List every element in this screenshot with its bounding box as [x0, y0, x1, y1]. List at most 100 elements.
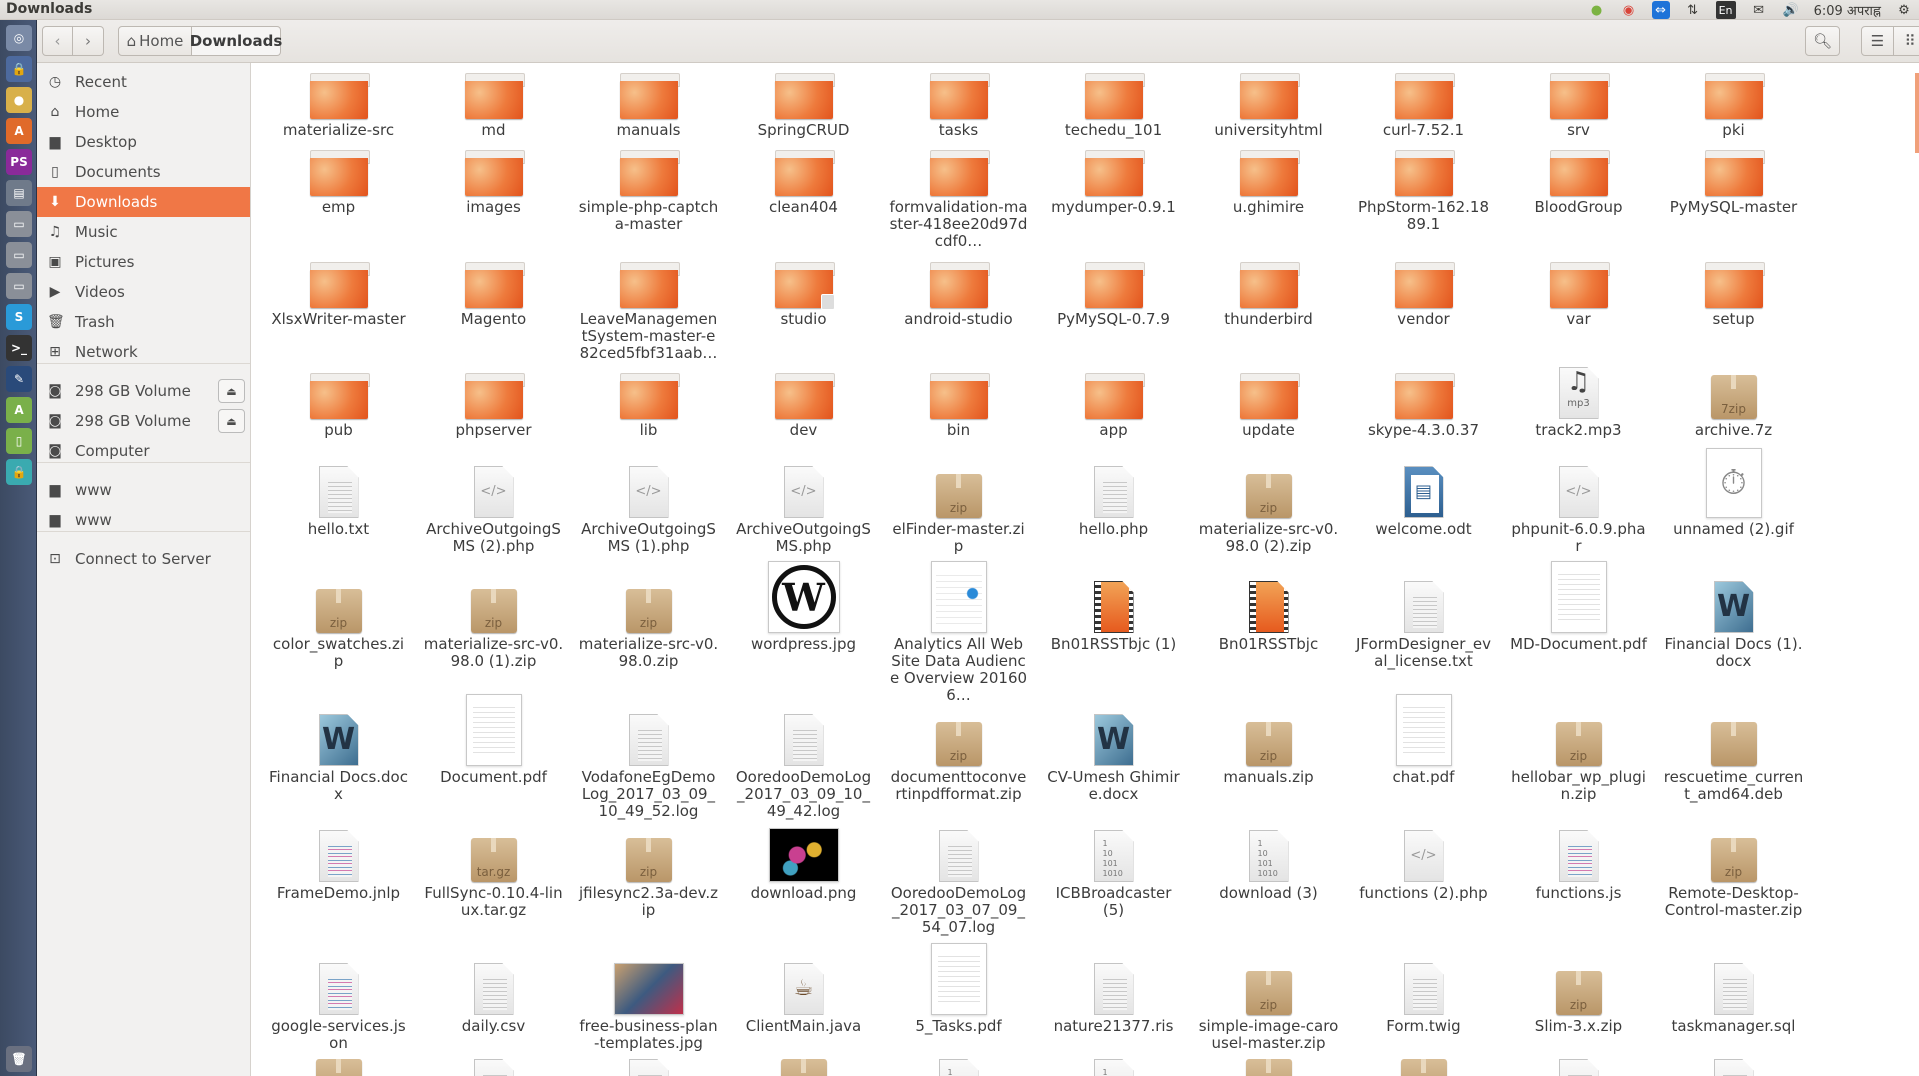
sidebar-item-desktop[interactable]: ▆ Desktop [37, 127, 250, 157]
file-item[interactable] [1191, 1053, 1346, 1076]
sidebar-item-connect-to-server[interactable]: ⊡ Connect to Server [37, 544, 250, 574]
file-item[interactable]: bin [881, 341, 1036, 439]
file-item[interactable]: u.ghimire [1191, 118, 1346, 216]
sidebar-item-recent[interactable]: ◷ Recent [37, 67, 250, 97]
clock[interactable]: 6:09 अपराह्न [1814, 1, 1881, 19]
file-item[interactable] [1501, 1053, 1656, 1076]
list-view-button[interactable]: ☰ [1861, 26, 1894, 56]
file-item[interactable]: W Financial Docs (1).docx [1656, 555, 1811, 670]
update-icon[interactable]: ● [1588, 1, 1606, 19]
file-item[interactable]: ☕ ClientMain.java [726, 937, 881, 1035]
file-item[interactable]: Wwordpress.jpg [726, 555, 881, 653]
file-item[interactable]: zip materialize-src-v0.98.0 (2).zip [1191, 440, 1346, 555]
file-item[interactable]: lib [571, 341, 726, 439]
file-item[interactable]: dev [726, 341, 881, 439]
file-item[interactable]: zip documenttoconvertinpdfformat.zip [881, 688, 1036, 803]
file-item[interactable]: taskmanager.sql [1656, 937, 1811, 1035]
file-item[interactable]: mydumper-0.9.1 [1036, 118, 1191, 216]
file-item[interactable]: </> ArchiveOutgoingSMS.php [726, 440, 881, 555]
file-item[interactable]: phpserver [416, 341, 571, 439]
volume-icon[interactable]: 🔊 [1782, 1, 1800, 19]
file-item[interactable]: functions.js [1501, 804, 1656, 902]
file-item[interactable]: PhpStorm-162.1889.1 [1346, 118, 1501, 233]
file-item[interactable]: Form.twig [1346, 937, 1501, 1035]
file-item[interactable]: Bn01RSSTbjc [1191, 555, 1346, 653]
file-item[interactable]: clean404 [726, 118, 881, 216]
file-item[interactable] [1346, 1053, 1501, 1076]
launcher-android-device-icon[interactable]: ▯ [6, 428, 32, 454]
launcher-inkscape-icon[interactable]: ✎ [6, 366, 32, 392]
file-item[interactable]: XlsxWriter-master [261, 230, 416, 328]
chrome-icon[interactable]: ◉ [1620, 1, 1638, 19]
breadcrumb-downloads[interactable]: Downloads [190, 26, 282, 56]
file-item[interactable]: download.png [726, 804, 881, 902]
file-item[interactable]: 1 10 [1036, 1053, 1191, 1076]
keyboard-language[interactable]: En [1715, 1, 1736, 19]
sidebar-item-www[interactable]: ▆ www [37, 475, 250, 505]
sidebar-item-298-gb-volume[interactable]: ◙ 298 GB Volume ⏏ [37, 406, 250, 436]
back-button[interactable]: ‹ [42, 26, 73, 56]
sidebar-item-home[interactable]: ⌂ Home [37, 97, 250, 127]
file-item[interactable]: daily.csv [416, 937, 571, 1035]
launcher-phpstorm-icon[interactable]: PS [6, 149, 32, 175]
file-item[interactable]: zip hellobar_wp_plugin.zip [1501, 688, 1656, 803]
file-item[interactable]: android-studio [881, 230, 1036, 328]
file-item[interactable]: W CV-Umesh Ghimire.docx [1036, 688, 1191, 803]
file-item[interactable]: </> functions (2).php [1346, 804, 1501, 902]
file-item[interactable]: Analytics All Web Site Data Audience Ove… [881, 555, 1036, 704]
grid-view-button[interactable]: ⠿ [1894, 26, 1919, 56]
file-item[interactable]: var [1501, 230, 1656, 328]
sidebar-item-videos[interactable]: ▶ Videos [37, 277, 250, 307]
file-item[interactable]: PyMySQL-master [1656, 118, 1811, 216]
file-item[interactable]: PyMySQL-0.7.9 [1036, 230, 1191, 328]
sidebar-item-298-gb-volume[interactable]: ◙ 298 GB Volume ⏏ [37, 376, 250, 406]
file-item[interactable]: nature21377.ris [1036, 937, 1191, 1035]
file-item[interactable]: Magento [416, 230, 571, 328]
launcher-files-icon[interactable]: ▤ [6, 180, 32, 206]
launcher-terminal-icon[interactable]: >_ [6, 335, 32, 361]
file-item[interactable]: zip materialize-src-v0.98.0 (1).zip [416, 555, 571, 670]
sidebar-item-downloads[interactable]: ⬇ Downloads [37, 187, 250, 217]
sidebar-item-trash[interactable]: 🗑 Trash [37, 307, 250, 337]
launcher-drive-1-icon[interactable]: ▭ [6, 211, 32, 237]
file-item[interactable]: 1 10 [881, 1053, 1036, 1076]
file-item[interactable]: hello.txt [261, 440, 416, 538]
sidebar-item-music[interactable]: ♫ Music [37, 217, 250, 247]
file-item[interactable]: hello.php [1036, 440, 1191, 538]
file-item[interactable]: W Financial Docs.docx [261, 688, 416, 803]
file-item[interactable]: free-business-plan-templates.jpg [571, 937, 726, 1052]
launcher-remote-icon[interactable]: 🔒 [6, 459, 32, 485]
file-item[interactable]: skype-4.3.0.37 [1346, 341, 1501, 439]
breadcrumb-home[interactable]: ⌂ Home [118, 26, 192, 56]
file-item[interactable]: BloodGroup [1501, 118, 1656, 216]
launcher-software-center-icon[interactable]: A [6, 118, 32, 144]
file-item[interactable]: zip simple-image-carousel-master.zip [1191, 937, 1346, 1052]
file-item[interactable]: zip jfilesync2.3a-dev.zip [571, 804, 726, 919]
file-item[interactable] [726, 1053, 881, 1076]
file-item[interactable]: images [416, 118, 571, 216]
launcher-skype-icon[interactable]: S [6, 304, 32, 330]
launcher-trash-icon[interactable]: 🗑 [6, 1046, 32, 1072]
eject-button[interactable]: ⏏ [218, 409, 245, 433]
file-item[interactable]: setup [1656, 230, 1811, 328]
launcher-drive-3-icon[interactable]: ▭ [6, 273, 32, 299]
launcher-vpn-icon[interactable]: 🔒 [6, 56, 32, 82]
file-item[interactable]: VodafoneEgDemoLog_2017_03_09_10_49_52.lo… [571, 688, 726, 820]
mail-icon[interactable]: ✉ [1750, 1, 1768, 19]
file-item[interactable]: OoredooDemoLog_2017_03_07_09_54_07.log [881, 804, 1036, 936]
scrollbar[interactable] [1915, 73, 1919, 153]
file-item[interactable] [261, 1053, 416, 1076]
sidebar-item-pictures[interactable]: ▣ Pictures [37, 247, 250, 277]
file-item[interactable] [416, 1053, 571, 1076]
file-item[interactable]: google-services.json [261, 937, 416, 1052]
file-item[interactable]: MD-Document.pdf [1501, 555, 1656, 653]
teamviewer-icon[interactable]: ⇔ [1651, 1, 1670, 19]
file-item[interactable]: app [1036, 341, 1191, 439]
file-item[interactable]: tar.gz FullSync-0.10.4-linux.tar.gz [416, 804, 571, 919]
forward-button[interactable]: › [73, 26, 104, 56]
file-item[interactable]: ⏱ unnamed (2).gif [1656, 440, 1811, 538]
file-item[interactable]: ♫ mp3 track2.mp3 [1501, 341, 1656, 439]
file-item[interactable]: FrameDemo.jnlp [261, 804, 416, 902]
file-item[interactable]: 5_Tasks.pdf [881, 937, 1036, 1035]
file-item[interactable]: zip manuals.zip [1191, 688, 1346, 786]
